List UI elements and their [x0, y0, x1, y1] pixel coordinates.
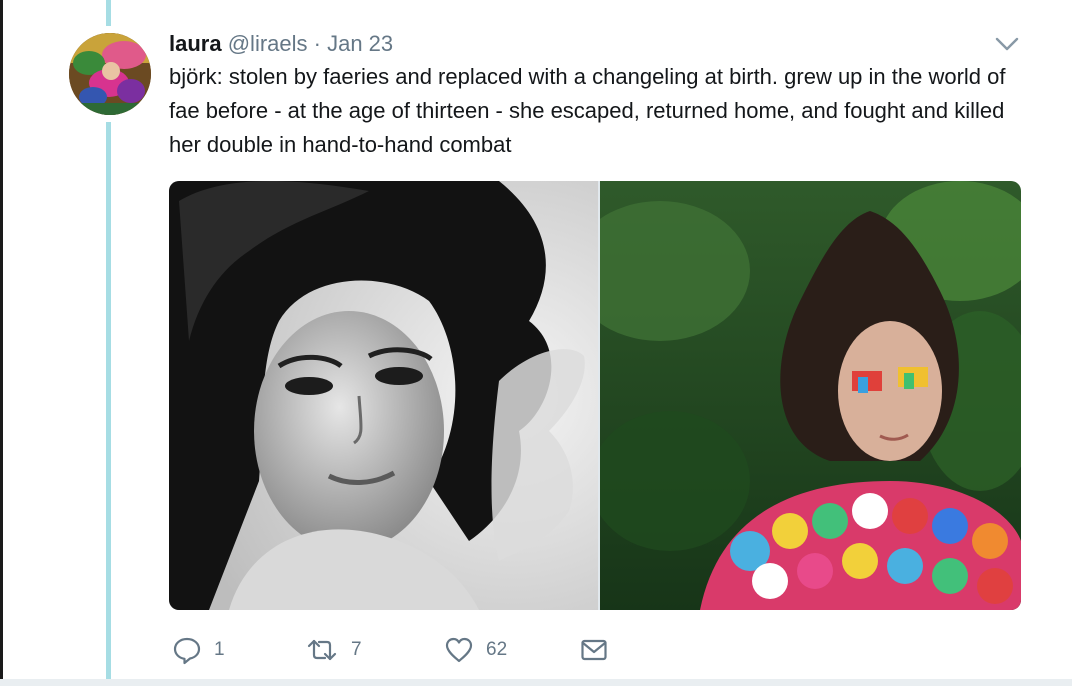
- retweet-arrows-icon: [305, 635, 339, 665]
- thread-line-bottom: [106, 122, 111, 686]
- avatar[interactable]: [69, 33, 151, 115]
- direct-message-button[interactable]: [580, 632, 608, 668]
- heart-icon: [444, 635, 474, 665]
- thread-line-top: [106, 0, 111, 26]
- separator-dot: ·: [313, 31, 321, 56]
- tweet-date[interactable]: Jan 23: [327, 31, 393, 56]
- reply-button[interactable]: 1: [172, 632, 225, 668]
- media-grid[interactable]: [169, 181, 1021, 610]
- chevron-down-icon[interactable]: [994, 34, 1020, 54]
- tweet-page: laura @liraels · Jan 23 björk: stolen by…: [0, 0, 1072, 686]
- envelope-icon: [580, 635, 608, 665]
- retweet-count: 7: [351, 639, 362, 660]
- photo-black-white-portrait[interactable]: [169, 181, 598, 610]
- photo-color-portrait[interactable]: [600, 181, 1021, 610]
- tweet-text: björk: stolen by faeries and replaced wi…: [169, 64, 1006, 157]
- speech-bubble-icon: [172, 635, 202, 665]
- reply-count: 1: [214, 639, 225, 660]
- like-button[interactable]: 62: [444, 632, 507, 668]
- user-handle[interactable]: @liraels: [228, 31, 308, 56]
- retweet-button[interactable]: 7: [305, 632, 362, 668]
- like-count: 62: [486, 639, 508, 660]
- window-edge: [0, 0, 3, 686]
- display-name[interactable]: laura: [169, 31, 222, 56]
- avatar-image: [69, 33, 151, 115]
- bottom-divider: [0, 679, 1072, 686]
- tweet-header: laura @liraels · Jan 23: [169, 28, 393, 60]
